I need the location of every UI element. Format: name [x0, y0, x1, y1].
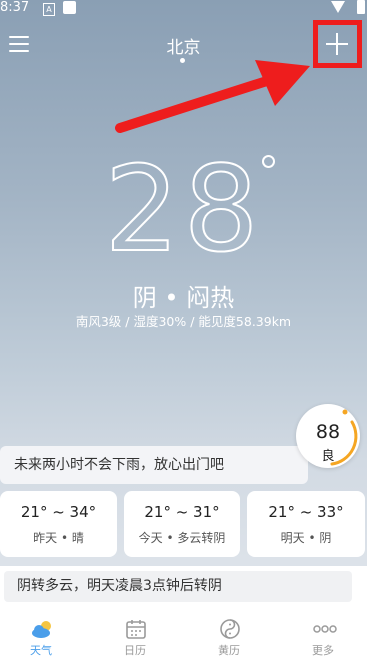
day-card-tomorrow[interactable]: 21° ~ 33° 明天 • 阴: [247, 491, 365, 557]
rain-forecast-banner[interactable]: 未来两小时不会下雨，放心出门吧: [0, 446, 308, 484]
day-temp-range: 21° ~ 31°: [144, 503, 220, 521]
day-temp-range: 21° ~ 34°: [20, 503, 97, 521]
status-bar: 8:37 A: [0, 0, 367, 18]
wifi-icon: [331, 1, 345, 13]
forecast-summary-text[interactable]: 阴转多云，明天凌晨3点钟后转阴: [4, 571, 352, 602]
tab-label: 日历: [124, 644, 146, 657]
annotation-arrow: [115, 60, 310, 133]
bottom-tab-bar: 天气 日历 黄历 更多: [0, 612, 367, 660]
day-desc: 明天 • 阴: [280, 531, 332, 545]
tab-label: 黄历: [218, 644, 240, 657]
notification-square-icon: [63, 1, 76, 14]
city-title[interactable]: 北京: [0, 33, 367, 58]
aqi-badge[interactable]: 88 良: [296, 404, 360, 468]
calendar-icon: [126, 620, 146, 639]
tab-weather[interactable]: 天气: [6, 612, 76, 660]
day-card-today[interactable]: 21° ~ 31° 今天 • 多云转阴: [124, 491, 240, 557]
aqi-value: 88: [315, 421, 341, 443]
notification-a-icon: A: [43, 3, 55, 16]
tab-more[interactable]: 更多: [288, 612, 358, 660]
day-temp-range: 21° ~ 33°: [268, 503, 344, 521]
tab-label: 天气: [30, 644, 52, 657]
tab-label: 更多: [312, 644, 334, 657]
forecast-summary-section: 阴转多云，明天凌晨3点钟后转阴: [0, 566, 367, 612]
weather-condition: 阴 • 闷热: [132, 284, 235, 312]
add-city-button[interactable]: [324, 31, 350, 57]
degree-symbol: [262, 155, 275, 168]
status-time: 8:37: [0, 0, 30, 15]
more-icon: [313, 625, 337, 633]
day-desc: 昨天 • 晴: [33, 531, 84, 545]
day-card-yesterday[interactable]: 21° ~ 34° 昨天 • 晴: [0, 491, 117, 557]
tab-calendar[interactable]: 日历: [100, 612, 170, 660]
current-temperature: 28: [0, 140, 367, 278]
weather-icon: [32, 621, 51, 638]
battery-icon: [357, 0, 365, 14]
weather-details: 南风3级 / 湿度30% / 能见度58.39km: [75, 314, 292, 329]
aqi-level: 良: [321, 449, 335, 464]
day-desc: 今天 • 多云转阴: [138, 531, 226, 545]
tab-almanac[interactable]: 黄历: [194, 612, 264, 660]
temperature-value: 28: [103, 140, 263, 278]
almanac-icon: [220, 619, 240, 639]
